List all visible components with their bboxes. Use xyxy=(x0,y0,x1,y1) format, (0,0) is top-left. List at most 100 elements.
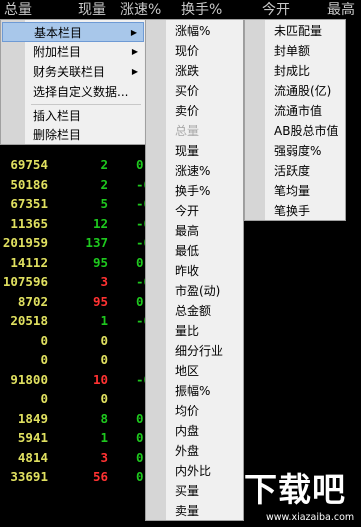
table-row[interactable]: 91800 10 -0 xyxy=(0,370,151,390)
menu-item-label: 卖量 xyxy=(175,504,200,518)
cell-current-volume: 0 xyxy=(100,332,108,348)
submenu-item[interactable]: 均价 xyxy=(147,401,242,421)
submenu-item[interactable]: 最低 xyxy=(147,241,242,261)
submenu-item[interactable]: 买价 xyxy=(147,81,242,101)
submenu-item[interactable]: 涨跌 xyxy=(147,61,242,81)
cell-volume: 69754 xyxy=(10,157,48,172)
menu-item-label: 买量 xyxy=(175,484,200,498)
submenu-item[interactable]: 封成比 xyxy=(246,61,344,81)
table-row[interactable]: 107596 3 -0 xyxy=(0,272,151,292)
menu-item-label: 删除栏目 xyxy=(33,128,82,142)
table-row[interactable]: 69754 2 0 xyxy=(0,155,150,175)
submenu-item[interactable]: 买量 xyxy=(147,481,242,501)
submenu-arrow-icon: ▶ xyxy=(131,67,138,76)
context-menu: 基本栏目 ▶ 附加栏目 ▶ 财务关联栏目 ▶ 选择自定义数据... 插入栏目 删… xyxy=(0,19,146,145)
table-row[interactable]: 11365 12 -0 xyxy=(0,214,151,234)
table-row[interactable]: 14112 95 0 xyxy=(0,253,150,273)
menu-item-label: 财务关联栏目 xyxy=(33,65,106,79)
submenu-item[interactable]: AB股总市值 xyxy=(246,121,344,141)
submenu-item[interactable]: 最高 xyxy=(147,221,242,241)
submenu-item[interactable]: 换手% xyxy=(147,181,242,201)
table-row[interactable]: 33691 56 0 xyxy=(0,467,150,487)
table-row[interactable]: 00 xyxy=(0,389,150,409)
menu-item-insert-column[interactable]: 插入栏目 xyxy=(2,106,144,126)
menu-item-label: 卖价 xyxy=(175,104,200,118)
submenu-arrow-icon: ▶ xyxy=(130,28,137,37)
cell-current-volume: 56 xyxy=(92,469,108,484)
submenu-item[interactable]: 外盘 xyxy=(147,441,242,461)
submenu-item[interactable]: 活跃度 xyxy=(246,161,344,181)
cell-current-volume: 8 xyxy=(100,410,108,426)
submenu-item[interactable]: 地区 xyxy=(147,361,242,381)
submenu-item[interactable]: 卖价 xyxy=(147,101,242,121)
table-row[interactable]: 201959 137 -0 xyxy=(0,233,151,253)
column-header-current-volume[interactable]: 现量 xyxy=(78,1,106,19)
table-row[interactable]: 50186 2 -0 xyxy=(0,175,151,195)
submenu-item[interactable]: 量比 xyxy=(147,321,242,341)
submenu-item[interactable]: 卖量 xyxy=(147,501,242,521)
submenu-item[interactable]: 今开 xyxy=(147,201,242,221)
cell-volume: 5941 xyxy=(17,430,48,445)
table-row[interactable]: 20518 1 -0 xyxy=(0,311,151,331)
menu-item-finance-columns[interactable]: 财务关联栏目 ▶ xyxy=(2,62,144,82)
submenu-item[interactable]: 涨速% xyxy=(147,161,242,181)
cell-volume: 91800 xyxy=(10,371,48,387)
menu-item-label: 买价 xyxy=(175,84,200,98)
column-header-high[interactable]: 最高 xyxy=(327,1,355,19)
cell-current-volume: 95 xyxy=(92,254,108,270)
submenu-item[interactable]: 昨收 xyxy=(147,261,242,281)
submenu-item[interactable]: 未匹配量 xyxy=(246,21,344,41)
table-row[interactable]: 67351 5 -0 xyxy=(0,194,151,214)
submenu-item[interactable]: 封单额 xyxy=(246,41,344,61)
menu-item-label: 涨跌 xyxy=(175,64,200,78)
menu-item-label: 今开 xyxy=(175,204,200,218)
menu-item-extra-columns[interactable]: 附加栏目 ▶ xyxy=(2,42,144,62)
table-row[interactable]: 5941 1 0 xyxy=(0,428,150,448)
submenu-item[interactable]: 现量 xyxy=(147,141,242,161)
table-row[interactable]: 8702 95 0 xyxy=(0,292,150,312)
menu-item-label: 外盘 xyxy=(175,444,200,458)
cell-volume: 201959 xyxy=(2,235,48,250)
table-row[interactable]: 4814 3 0 xyxy=(0,448,150,468)
column-header-open[interactable]: 今开 xyxy=(262,1,290,19)
basic-columns-submenu: 涨幅% 现价涨跌买价卖价总量现量涨速% 换手% 今开最高 最低 昨收市盈(动) 总金额 量比细… xyxy=(145,19,244,521)
menu-item-label: 市盈(动) xyxy=(175,284,221,298)
submenu-item[interactable]: 笔均量 xyxy=(246,181,344,201)
table-row[interactable]: 1849 8 0 xyxy=(0,409,150,429)
submenu-item[interactable]: 细分行业 xyxy=(147,341,242,361)
cell-volume: 1849 xyxy=(17,410,48,426)
menu-item-basic-columns[interactable]: 基本栏目 ▶ xyxy=(2,22,144,42)
cell-current-volume: 1 xyxy=(100,430,108,445)
menu-item-label: 总量 xyxy=(175,124,200,138)
table-row[interactable]: 00 xyxy=(0,331,150,351)
menu-item-custom-data[interactable]: 选择自定义数据... xyxy=(2,82,144,102)
menu-item-label: 选择自定义数据... xyxy=(33,85,129,99)
submenu-item[interactable]: 内外比 xyxy=(147,461,242,481)
submenu-item[interactable]: 现价 xyxy=(147,41,242,61)
submenu-item[interactable]: 笔换手 xyxy=(246,201,344,221)
menu-item-label: 未匹配量 xyxy=(274,24,323,38)
column-header-volume[interactable]: 总量 xyxy=(4,1,32,19)
menu-item-delete-column[interactable]: 删除栏目 xyxy=(2,125,144,145)
cell-volume: 4814 xyxy=(17,449,48,465)
submenu-item[interactable]: 市盈(动) xyxy=(147,281,242,301)
submenu-item[interactable]: 总金额 xyxy=(147,301,242,321)
submenu-item[interactable]: 流通股(亿) xyxy=(246,81,344,101)
column-header-speed[interactable]: 涨速% xyxy=(120,1,161,19)
menu-item-label: 封成比 xyxy=(274,64,311,78)
menu-item-label: 内外比 xyxy=(175,464,212,478)
submenu-item[interactable]: 内盘 xyxy=(147,421,242,441)
submenu-item[interactable]: 强弱度% xyxy=(246,141,344,161)
submenu-item[interactable]: 涨幅% xyxy=(147,21,242,41)
cell-current-volume: 3 xyxy=(100,449,108,465)
cell-current-volume: 95 xyxy=(92,293,108,309)
cell-volume: 0 xyxy=(40,332,48,348)
submenu-item[interactable]: 振幅% xyxy=(147,381,242,401)
submenu-item[interactable]: 流通市值 xyxy=(246,101,344,121)
menu-item-label: 流通股(亿) xyxy=(274,84,332,98)
column-header-turnover[interactable]: 换手% xyxy=(181,1,222,19)
cell-current-volume: 3 xyxy=(100,274,108,289)
table-row[interactable]: 00 xyxy=(0,350,150,370)
menu-item-label: 现价 xyxy=(175,44,200,58)
menu-item-label: 涨速% xyxy=(175,164,211,178)
